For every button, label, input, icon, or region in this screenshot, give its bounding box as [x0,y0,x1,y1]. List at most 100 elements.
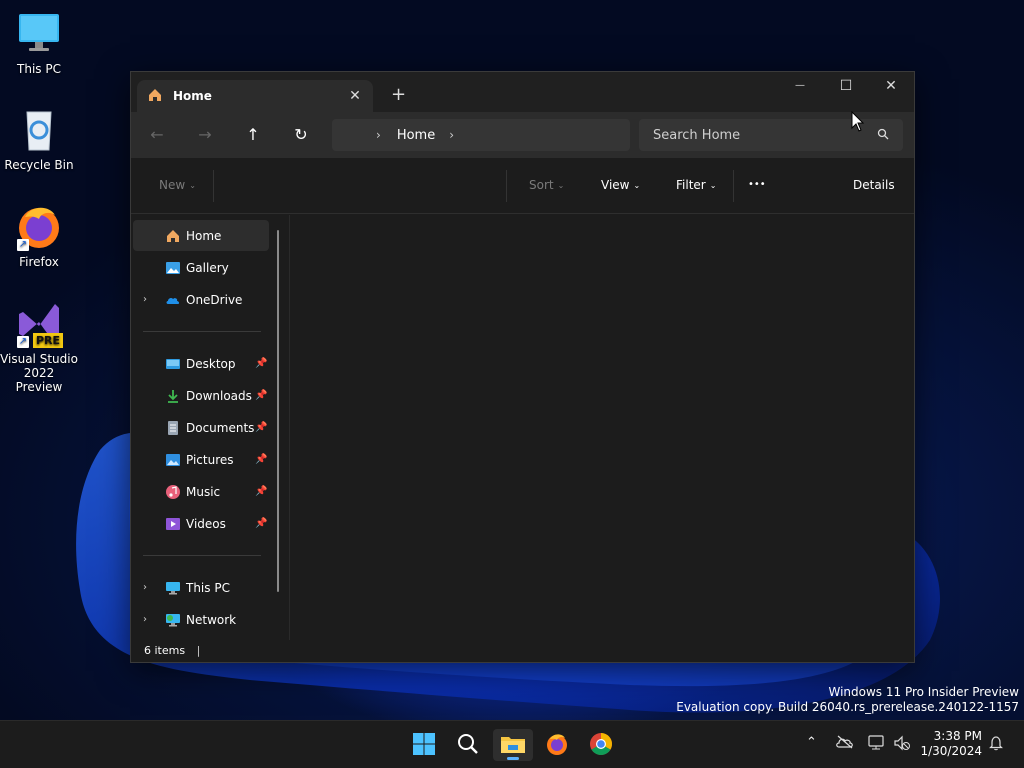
chevron-right-icon[interactable]: › [449,128,454,142]
chevron-down-icon: ⌄ [709,181,717,190]
active-indicator [507,757,519,760]
chevron-right-icon[interactable]: › [143,582,147,593]
sort-label: Sort [529,178,554,192]
network-status-icon[interactable] [868,735,886,755]
sidebar-item-label: Videos [186,516,226,531]
sidebar-item-downloads[interactable]: Downloads 📌 [133,380,269,411]
up-arrow-icon[interactable]: ↑ [241,124,265,148]
breadcrumb-home[interactable]: Home [397,128,435,143]
navigation-pane: Home Gallery › OneDrive Desktop 📌 Downlo… [131,215,289,635]
content-area[interactable] [290,215,914,640]
pin-icon[interactable]: 📌 [255,422,267,433]
close-button[interactable]: ✕ [868,72,914,102]
volume-muted-icon[interactable] [893,735,911,755]
new-label: New [159,178,186,192]
new-tab-button[interactable]: + [391,84,406,105]
sidebar-item-onedrive[interactable]: › OneDrive [133,284,269,315]
windows-logo-icon [412,732,436,759]
sidebar-item-desktop[interactable]: Desktop 📌 [133,348,269,379]
taskbar-firefox[interactable] [537,729,577,761]
system-clock[interactable]: 3:38 PM 1/30/2024 [918,729,982,759]
desktop-icon-label: Visual Studio 2022 Preview [0,352,78,394]
pin-icon[interactable]: 📌 [255,358,267,369]
sidebar-item-home[interactable]: Home [133,220,269,251]
sidebar-item-this-pc[interactable]: › This PC [133,572,269,603]
notification-bell-icon[interactable] [988,735,1004,755]
sidebar-item-label: Music [186,484,221,499]
sidebar-item-music[interactable]: Music 📌 [133,476,269,507]
pin-icon[interactable]: 📌 [255,486,267,497]
forward-arrow-icon[interactable]: → [193,124,217,148]
back-arrow-icon[interactable]: ← [145,124,169,148]
filter-label: Filter [676,178,706,192]
refresh-icon[interactable]: ↻ [289,124,313,148]
item-count: 6 items [144,644,186,657]
navigation-bar: ← → ↑ ↻ › Home › [131,112,914,158]
close-tab-icon[interactable]: ✕ [347,88,363,104]
minimize-button[interactable]: — [777,72,823,102]
desktop-icon-firefox[interactable]: ↗ Firefox [0,203,78,269]
search-button[interactable] [448,729,488,761]
sidebar-item-documents[interactable]: Documents 📌 [133,412,269,443]
divider [733,170,734,202]
chevron-right-icon[interactable]: › [143,614,147,625]
clock-date: 1/30/2024 [920,744,982,758]
sort-button[interactable]: Sort ⌄ [529,178,564,192]
taskbar: ⌃ 3:38 PM 1/30/2024 [0,720,1024,768]
music-icon [165,484,181,500]
sidebar-item-label: Documents [186,420,255,435]
chevron-right-icon[interactable]: › [143,294,147,305]
sidebar-item-label: Gallery [186,260,229,275]
chevron-down-icon: ⌄ [189,181,196,190]
sidebar-item-videos[interactable]: Videos 📌 [133,508,269,539]
clock-time: 3:38 PM [933,729,982,743]
new-button[interactable]: New ⌄ [159,178,196,192]
maximize-button[interactable]: ☐ [823,72,869,102]
file-explorer-window: Home ✕ + — ☐ ✕ ← → ↑ ↻ › Home › New⌄ S [130,71,915,663]
sidebar-item-network[interactable]: › Network [133,604,269,635]
evaluation-watermark: Windows 11 Pro Insider Preview Evaluatio… [676,685,1019,715]
desktop-icon-visual-studio[interactable]: PRE ↗ Visual Studio 2022 Preview [0,300,78,394]
command-bar: New ⌄ Sort ⌄ View ⌄ Filter ⌄ ••• Details [131,158,914,214]
desktop-icon-recycle-bin[interactable]: Recycle Bin [0,106,78,172]
sidebar-item-pictures[interactable]: Pictures 📌 [133,444,269,475]
divider [506,170,507,202]
shortcut-arrow-icon: ↗ [17,336,29,348]
more-options-button[interactable]: ••• [748,179,766,190]
sidebar-scrollbar[interactable] [277,230,279,592]
title-bar: Home ✕ + — ☐ ✕ [131,72,914,112]
taskbar-file-explorer[interactable] [493,729,533,761]
filter-button[interactable]: Filter ⌄ [676,178,716,192]
onedrive-icon [165,292,181,308]
search-icon [877,128,889,143]
this-pc-icon [165,580,181,596]
details-button[interactable]: Details [853,178,895,192]
sidebar-item-gallery[interactable]: Gallery [133,252,269,283]
divider [143,331,261,332]
videos-icon [165,516,181,532]
status-separator: | [196,644,201,657]
onedrive-sync-icon[interactable] [836,735,854,753]
pin-icon[interactable]: 📌 [255,454,267,465]
firefox-icon [545,732,569,759]
sidebar-item-label: Home [186,228,222,243]
divider [213,170,214,202]
desktop-icon-this-pc[interactable]: This PC [0,10,78,76]
show-hidden-icons-button[interactable]: ⌃ [806,735,817,750]
search-input[interactable] [653,127,877,143]
monitor-icon [15,10,63,58]
gallery-icon [165,260,181,276]
view-button[interactable]: View ⌄ [601,178,640,192]
pin-icon[interactable]: 📌 [255,390,267,401]
tab-home[interactable]: Home ✕ [137,80,373,112]
pin-icon[interactable]: 📌 [255,518,267,529]
firefox-icon: ↗ [15,203,63,251]
sidebar-item-label: Network [186,612,237,627]
address-bar[interactable]: › Home › [332,119,630,151]
taskbar-chrome[interactable] [581,729,621,761]
watermark-line-1: Windows 11 Pro Insider Preview [828,685,1019,699]
start-button[interactable] [404,729,444,761]
visual-studio-icon: PRE ↗ [15,300,63,348]
desktop-icon-label: Recycle Bin [4,158,74,172]
chrome-icon [589,732,613,759]
